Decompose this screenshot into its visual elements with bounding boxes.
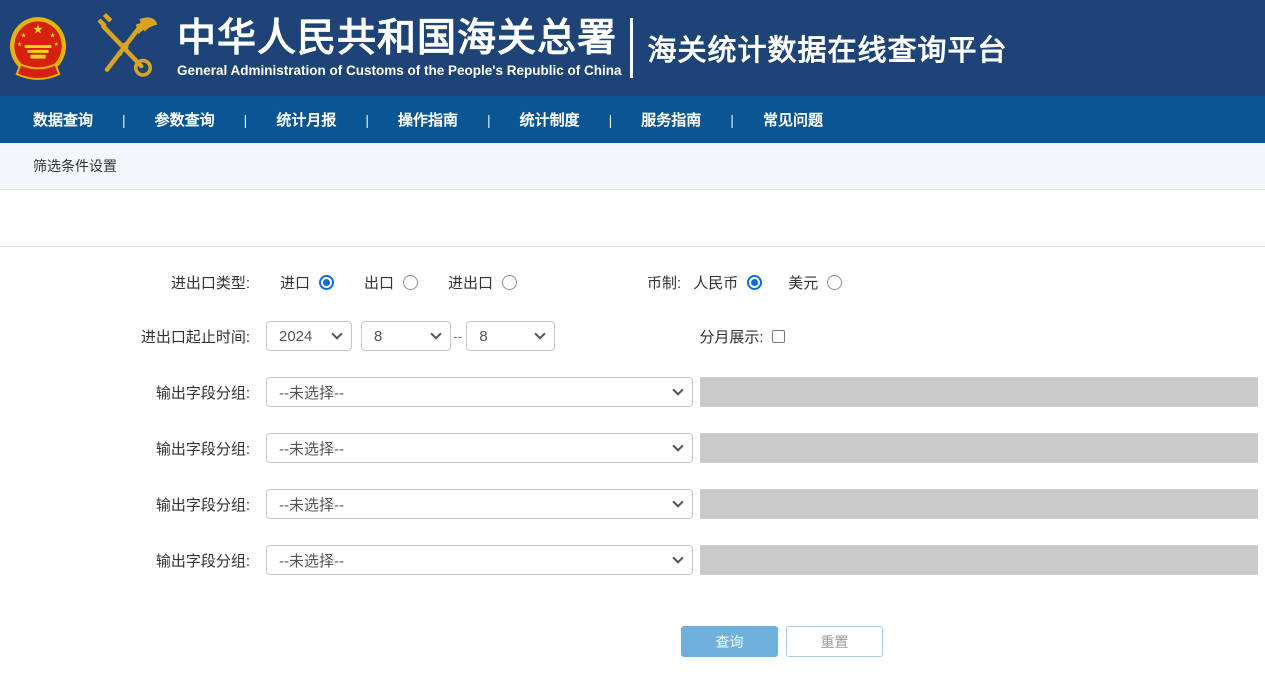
trade-type-option-export: 出口 [364, 272, 418, 293]
output-group-row-4: 输出字段分组: --未选择-- [0, 545, 1265, 575]
rmb-radio[interactable] [747, 275, 762, 290]
output-group-disabled-input-4 [700, 545, 1258, 575]
svg-text:★: ★ [54, 41, 59, 48]
date-range-row: 进出口起止时间: 2024 8 -- 8 分月展示: [0, 321, 1265, 351]
date-range-label: 进出口起止时间: [0, 326, 250, 347]
import-export-radio[interactable] [502, 275, 517, 290]
trade-type-row: 进出口类型: 进口 出口 进出口 币制: 人民币 美元 [0, 271, 1265, 293]
output-group-label: 输出字段分组: [0, 382, 250, 403]
chevron-down-icon [672, 440, 683, 451]
nav-item-data-query[interactable]: 数据查询 [33, 109, 93, 130]
section-divider [0, 190, 1265, 247]
org-title-block: 中华人民共和国海关总署 General Administration of Cu… [177, 18, 622, 78]
output-group-select-4[interactable]: --未选择-- [266, 545, 693, 575]
start-month-select[interactable]: 8 [361, 321, 451, 351]
nav-separator: | [487, 112, 491, 128]
chevron-down-icon [331, 328, 342, 339]
trade-type-option-import: 进口 [280, 272, 334, 293]
end-month-select[interactable]: 8 [466, 321, 555, 351]
nav-separator: | [730, 112, 734, 128]
nav-separator: | [365, 112, 369, 128]
output-group-row-1: 输出字段分组: --未选择-- [0, 377, 1265, 407]
option-label: 人民币 [693, 272, 738, 293]
output-group-select-2[interactable]: --未选择-- [266, 433, 693, 463]
breadcrumb: 筛选条件设置 [0, 143, 1265, 190]
nav-item-statistics-system[interactable]: 统计制度 [520, 109, 580, 130]
output-group-select-1[interactable]: --未选择-- [266, 377, 693, 407]
chevron-down-icon [672, 384, 683, 395]
usd-radio[interactable] [827, 275, 842, 290]
currency-label: 币制: [647, 272, 681, 293]
form-actions: 查询 重置 [0, 626, 1265, 657]
chevron-down-icon [535, 328, 546, 339]
output-group-value: --未选择-- [279, 382, 344, 403]
date-separator: -- [453, 328, 462, 344]
currency-option-usd: 美元 [788, 272, 842, 293]
option-label: 美元 [788, 272, 818, 293]
start-month-value: 8 [374, 328, 382, 345]
output-group-value: --未选择-- [279, 438, 344, 459]
option-label: 进口 [280, 272, 310, 293]
output-group-value: --未选择-- [279, 550, 344, 571]
monthly-display-group: 分月展示: [699, 326, 784, 347]
nav-item-param-query[interactable]: 参数查询 [155, 109, 215, 130]
svg-text:★: ★ [32, 23, 43, 37]
year-select-value: 2024 [279, 328, 312, 345]
query-button[interactable]: 查询 [681, 626, 778, 657]
output-group-row-3: 输出字段分组: --未选择-- [0, 489, 1265, 519]
output-group-disabled-input-3 [700, 489, 1258, 519]
nav-item-monthly-report[interactable]: 统计月报 [276, 109, 336, 130]
reset-button[interactable]: 重置 [786, 626, 883, 657]
platform-title: 海关统计数据在线查询平台 [648, 27, 1008, 69]
chevron-down-icon [430, 328, 441, 339]
breadcrumb-title: 筛选条件设置 [33, 156, 117, 176]
currency-group: 币制: 人民币 美元 [647, 272, 842, 293]
output-group-value: --未选择-- [279, 494, 344, 515]
output-group-label: 输出字段分组: [0, 494, 250, 515]
end-month-value: 8 [479, 328, 487, 345]
nav-item-operation-guide[interactable]: 操作指南 [398, 109, 458, 130]
currency-option-rmb: 人民币 [693, 272, 762, 293]
nav-separator: | [122, 112, 126, 128]
national-emblem-icon: ★ ★ ★ ★ ★ [9, 16, 67, 80]
nav-item-service-guide[interactable]: 服务指南 [641, 109, 701, 130]
customs-emblem-icon [87, 12, 163, 84]
monthly-display-checkbox[interactable] [772, 330, 785, 343]
monthly-display-label: 分月展示: [699, 326, 763, 347]
output-group-disabled-input-1 [700, 377, 1258, 407]
svg-text:★: ★ [49, 32, 55, 39]
output-group-disabled-input-2 [700, 433, 1258, 463]
export-radio[interactable] [403, 275, 418, 290]
org-title-zh: 中华人民共和国海关总署 [177, 18, 622, 61]
option-label: 进出口 [448, 272, 493, 293]
filter-form: 进出口类型: 进口 出口 进出口 币制: 人民币 美元 [0, 247, 1265, 657]
site-header: ★ ★ ★ ★ ★ 中华人民共和国海关总署 General Administra… [0, 0, 1265, 96]
chevron-down-icon [672, 496, 683, 507]
output-group-label: 输出字段分组: [0, 438, 250, 459]
nav-item-faq[interactable]: 常见问题 [763, 109, 823, 130]
nav-separator: | [609, 112, 613, 128]
option-label: 出口 [364, 272, 394, 293]
svg-text:★: ★ [20, 32, 26, 39]
chevron-down-icon [672, 552, 683, 563]
output-group-label: 输出字段分组: [0, 550, 250, 571]
output-group-select-3[interactable]: --未选择-- [266, 489, 693, 519]
svg-text:★: ★ [17, 41, 22, 48]
trade-type-label: 进出口类型: [0, 272, 250, 293]
trade-type-option-import-export: 进出口 [448, 272, 517, 293]
header-divider [630, 18, 633, 78]
import-radio[interactable] [319, 275, 334, 290]
main-nav: 数据查询 | 参数查询 | 统计月报 | 操作指南 | 统计制度 | 服务指南 … [0, 96, 1265, 143]
nav-separator: | [244, 112, 248, 128]
output-group-row-2: 输出字段分组: --未选择-- [0, 433, 1265, 463]
org-title-en: General Administration of Customs of the… [177, 63, 622, 78]
year-select[interactable]: 2024 [266, 321, 352, 351]
